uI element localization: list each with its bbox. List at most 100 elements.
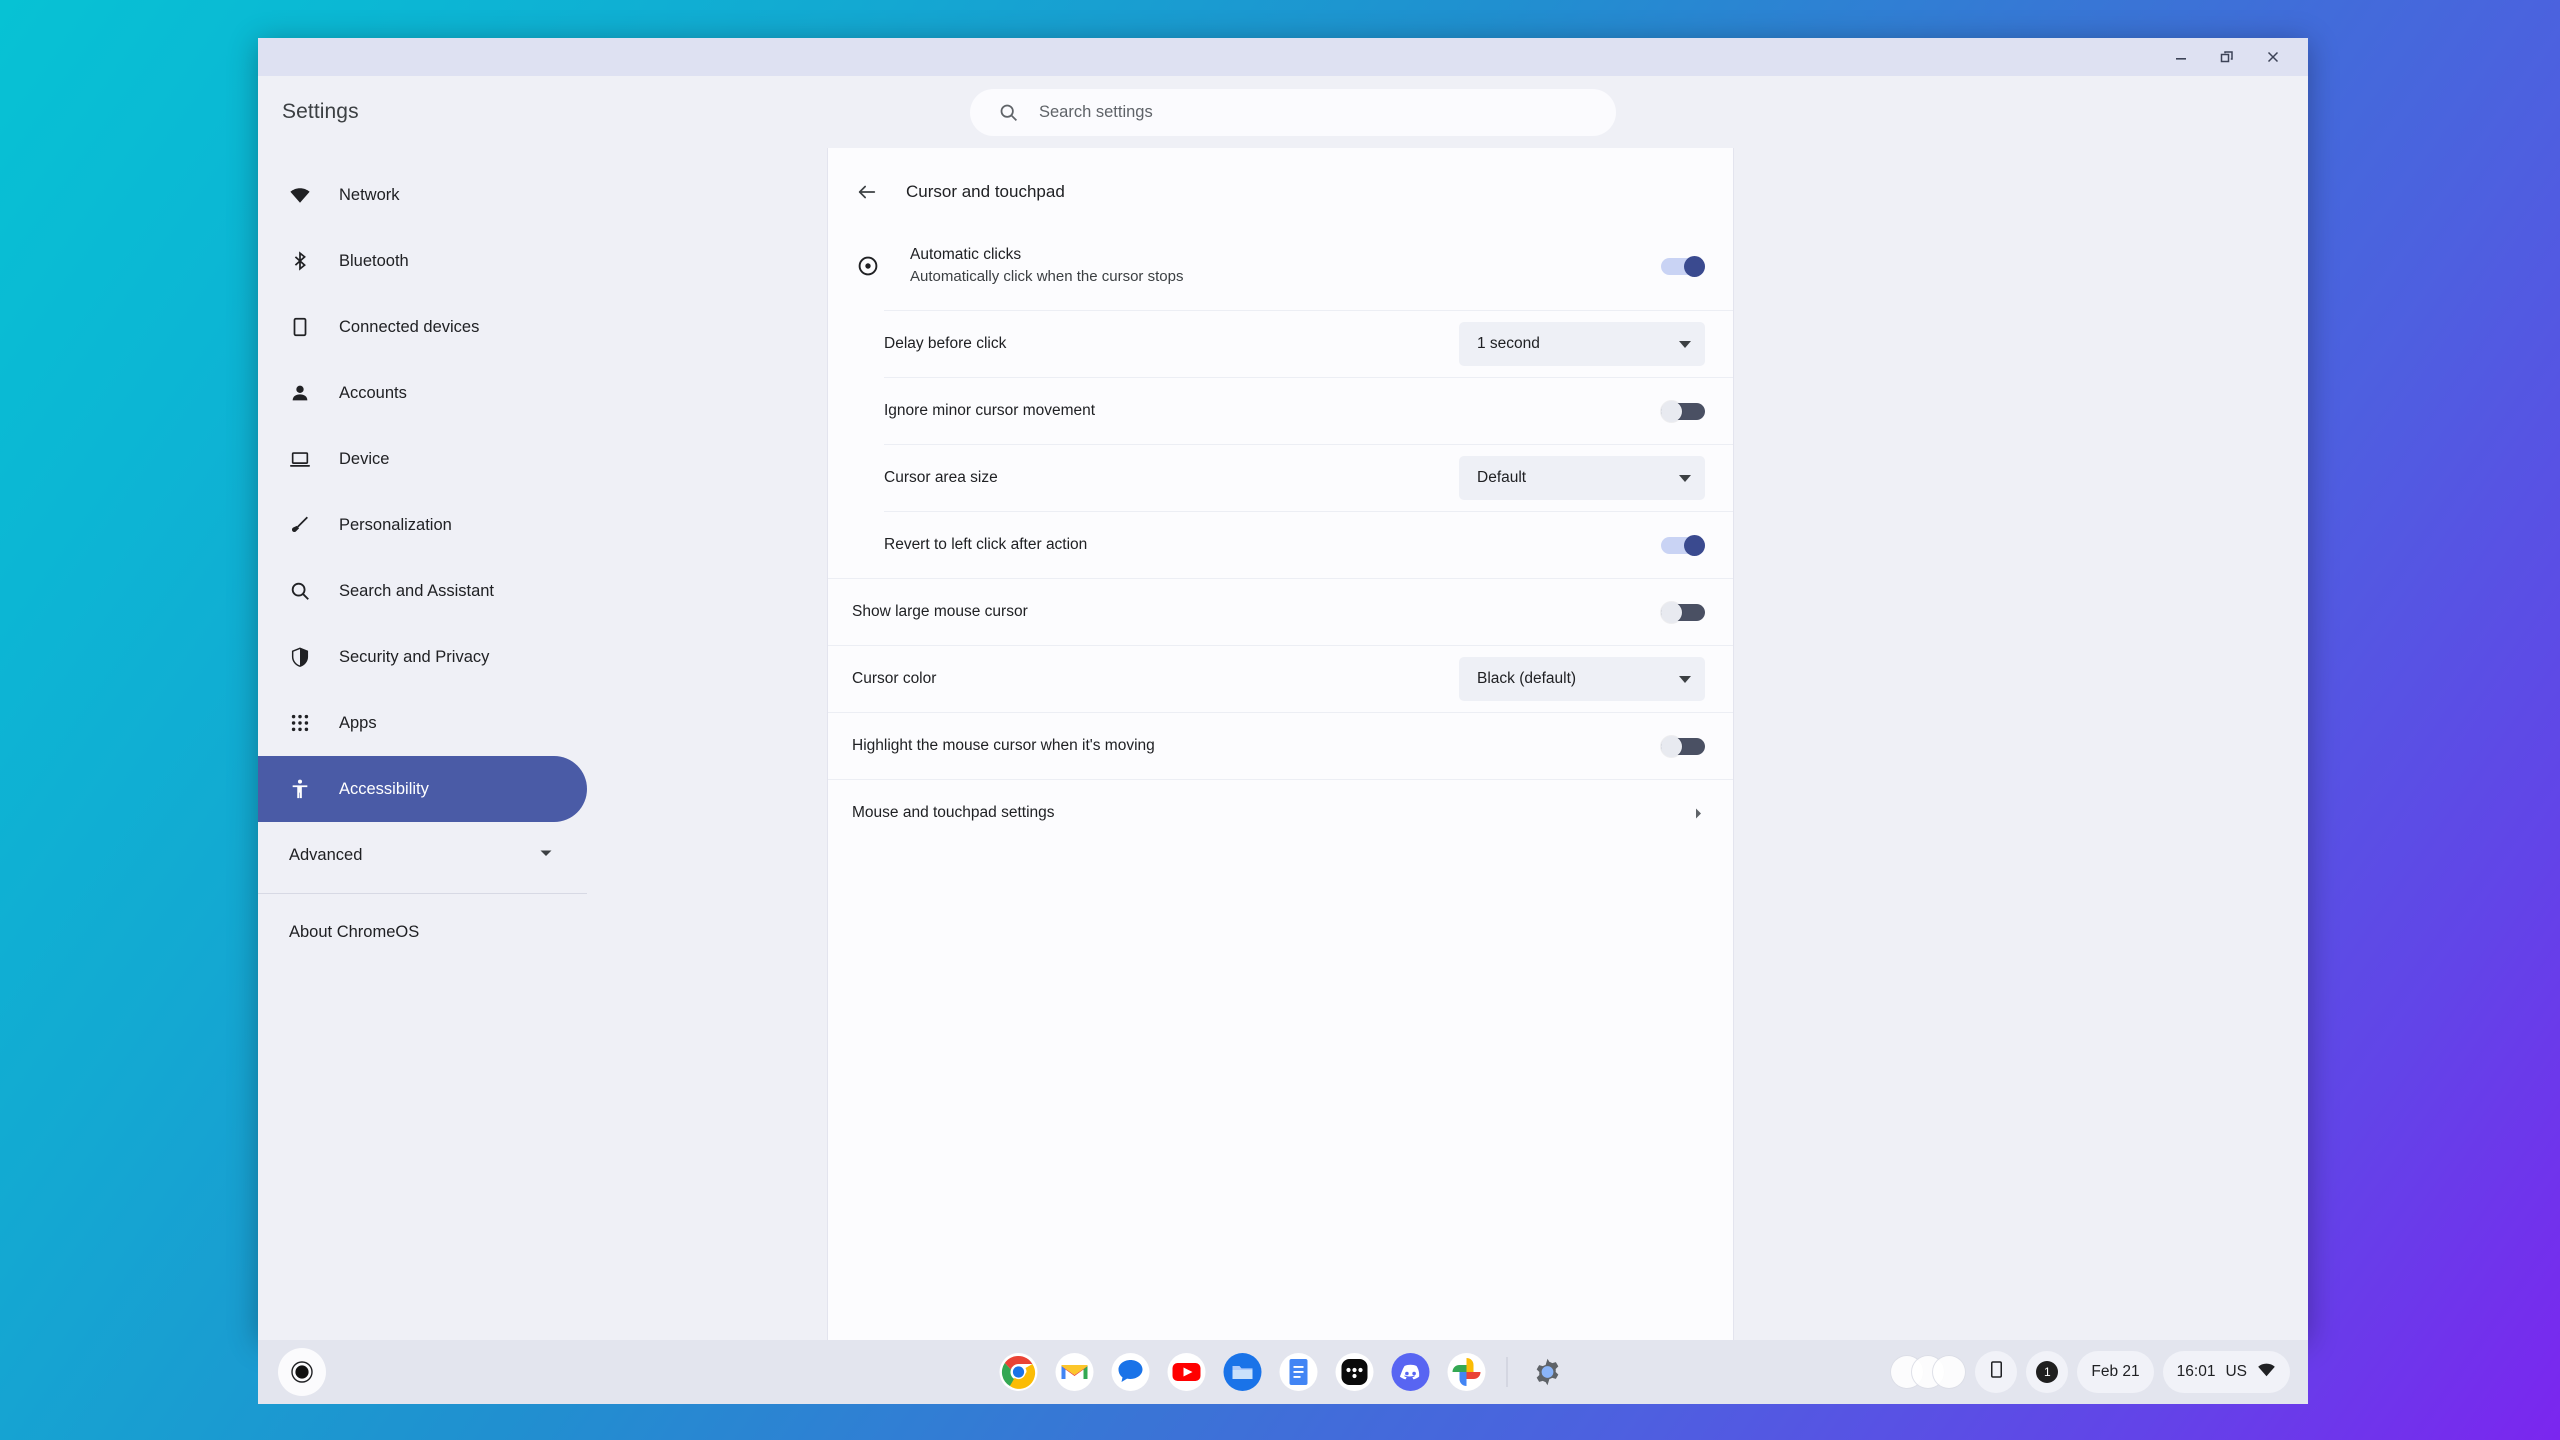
sidebar-advanced-label: Advanced (289, 845, 363, 864)
sidebar-item-label: Search and Assistant (339, 581, 495, 600)
cursor-color-row[interactable]: Cursor color Black (default) (828, 645, 1733, 712)
person-icon (289, 382, 311, 404)
revert-to-left-click-row[interactable]: Revert to left click after action (884, 511, 1733, 578)
back-arrow-icon[interactable] (856, 181, 878, 203)
settings-header: Settings (258, 76, 2308, 148)
tidal-icon[interactable] (1333, 1350, 1377, 1394)
page-header: Cursor and touchpad (828, 162, 1733, 222)
cursor-area-size-row[interactable]: Cursor area size Default (884, 444, 1733, 511)
highlight-mouse-cursor-row[interactable]: Highlight the mouse cursor when it's mov… (828, 712, 1733, 779)
cursor-color-dropdown[interactable]: Black (default) (1459, 657, 1705, 701)
sidebar-item-accessibility[interactable]: Accessibility (258, 756, 587, 822)
toggle-knob (1684, 534, 1705, 556)
sidebar-item-security-and-privacy[interactable]: Security and Privacy (258, 624, 587, 690)
search-box[interactable] (970, 88, 1616, 136)
youtube-icon[interactable] (1165, 1350, 1209, 1394)
notification-stack[interactable] (1890, 1355, 1967, 1389)
minimize-button[interactable] (2158, 38, 2204, 76)
automatic-clicks-text: Automatic clicks Automatically click whe… (880, 244, 1661, 288)
automatic-clicks-subtitle: Automatically click when the cursor stop… (910, 268, 1184, 285)
cursor-area-size-dropdown[interactable]: Default (1459, 456, 1705, 500)
sidebar-item-advanced[interactable]: Advanced (258, 822, 587, 888)
page-title: Cursor and touchpad (906, 182, 1065, 201)
sidebar-item-label: Bluetooth (339, 251, 409, 270)
settings-window: Settings Network (258, 38, 2308, 1340)
tray-time: 16:01 (2176, 1363, 2216, 1380)
apps-grid-icon (289, 712, 311, 734)
docs-icon[interactable] (1277, 1350, 1321, 1394)
photos-icon[interactable] (1445, 1350, 1489, 1394)
revert-to-left-click-toggle[interactable] (1661, 534, 1705, 556)
stacked-notification (1932, 1355, 1967, 1389)
status-area-button[interactable]: 16:01 US (2162, 1351, 2290, 1393)
chevron-down-icon (1679, 474, 1691, 482)
toggle-knob (1684, 255, 1705, 277)
system-tray: 1 Feb 21 16:01 US (1890, 1351, 2290, 1393)
messages-icon[interactable] (1109, 1350, 1153, 1394)
shelf: 1 Feb 21 16:01 US (258, 1340, 2308, 1404)
tray-date: Feb 21 (2091, 1363, 2140, 1380)
automatic-clicks-row[interactable]: Automatic clicks Automatically click whe… (828, 222, 1733, 310)
restore-button[interactable] (2204, 38, 2250, 76)
sidebar-item-search-and-assistant[interactable]: Search and Assistant (258, 558, 587, 624)
sidebar-divider (258, 893, 587, 894)
sidebar-item-apps[interactable]: Apps (258, 690, 587, 756)
sidebar-item-connected-devices[interactable]: Connected devices (258, 294, 587, 360)
sidebar-item-accounts[interactable]: Accounts (258, 360, 587, 426)
delay-before-click-row[interactable]: Delay before click 1 second (884, 310, 1733, 377)
autoclick-target-icon (856, 254, 880, 278)
calendar-date-button[interactable]: Feb 21 (2077, 1351, 2154, 1393)
window-titlebar (258, 38, 2308, 76)
automatic-clicks-toggle[interactable] (1661, 255, 1705, 277)
sidebar-item-network[interactable]: Network (258, 162, 587, 228)
gmail-icon[interactable] (1053, 1350, 1097, 1394)
wifi-icon (2257, 1360, 2276, 1384)
settings-sidebar: Network Bluetooth Connected devices Acco… (258, 148, 827, 1340)
sidebar-item-personalization[interactable]: Personalization (258, 492, 587, 558)
bluetooth-icon (289, 250, 311, 272)
shelf-divider (1506, 1357, 1508, 1387)
show-large-mouse-cursor-toggle[interactable] (1661, 601, 1705, 623)
settings-content: Cursor and touchpad Automatic clicks Aut… (827, 148, 2308, 1340)
close-button[interactable] (2250, 38, 2296, 76)
chevron-down-icon (1679, 340, 1691, 348)
notification-counter[interactable]: 1 (2026, 1351, 2069, 1393)
sidebar-item-about-chromeos[interactable]: About ChromeOS (258, 899, 587, 965)
ignore-minor-cursor-movement-row[interactable]: Ignore minor cursor movement (884, 377, 1733, 444)
show-large-mouse-cursor-row[interactable]: Show large mouse cursor (828, 578, 1733, 645)
chrome-icon[interactable] (997, 1350, 1041, 1394)
settings-icon[interactable] (1526, 1350, 1570, 1394)
discord-icon[interactable] (1389, 1350, 1433, 1394)
sidebar-item-label: Connected devices (339, 317, 480, 336)
shelf-app-list (997, 1350, 1570, 1394)
row-label: Delay before click (884, 335, 1007, 352)
sidebar-item-label: Accessibility (339, 779, 429, 798)
sidebar-item-bluetooth[interactable]: Bluetooth (258, 228, 587, 294)
ignore-minor-cursor-movement-toggle[interactable] (1661, 400, 1705, 422)
row-label: Cursor area size (884, 469, 998, 486)
highlight-mouse-cursor-toggle[interactable] (1661, 735, 1705, 757)
dropdown-value: Black (default) (1477, 670, 1577, 687)
delay-before-click-dropdown[interactable]: 1 second (1459, 322, 1705, 366)
chevron-down-icon (539, 846, 553, 865)
phone-hub-button[interactable] (1975, 1351, 2018, 1393)
sidebar-item-label: Accounts (339, 383, 407, 402)
phone-icon (1987, 1360, 2006, 1384)
automatic-clicks-title: Automatic clicks (910, 246, 1022, 263)
search-icon (289, 580, 311, 602)
files-icon[interactable] (1221, 1350, 1265, 1394)
sidebar-item-label: Device (339, 449, 390, 468)
launcher-button[interactable] (278, 1348, 326, 1396)
row-label: Cursor color (852, 670, 937, 687)
sidebar-item-label: Personalization (339, 515, 452, 534)
search-input[interactable] (1039, 102, 1559, 122)
row-label: Revert to left click after action (884, 536, 1088, 553)
sidebar-item-label: Apps (339, 713, 377, 732)
notification-count-badge: 1 (2036, 1361, 2059, 1383)
phone-icon (289, 316, 311, 338)
row-label: Ignore minor cursor movement (884, 402, 1096, 419)
content-card: Cursor and touchpad Automatic clicks Aut… (827, 148, 1734, 1340)
mouse-and-touchpad-settings-row[interactable]: Mouse and touchpad settings (828, 779, 1733, 846)
settings-body: Network Bluetooth Connected devices Acco… (258, 148, 2308, 1340)
sidebar-item-device[interactable]: Device (258, 426, 587, 492)
